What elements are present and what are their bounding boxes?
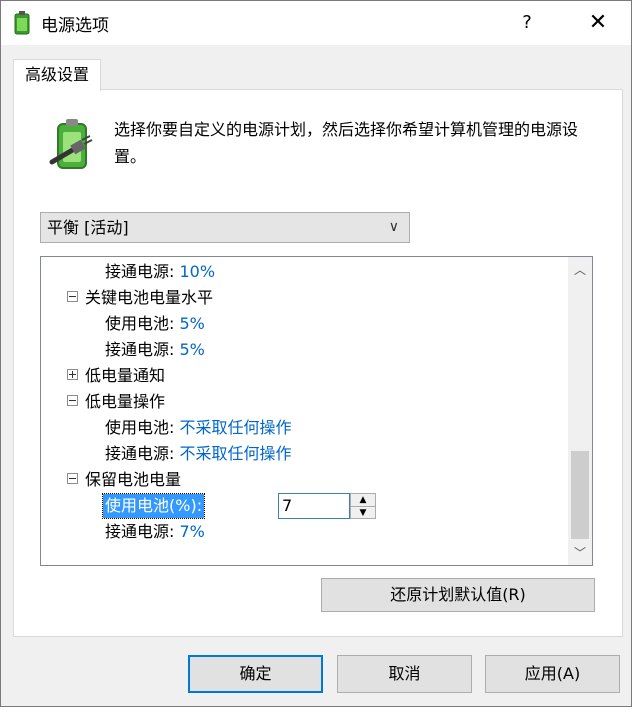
setting-group-label: 低电量操作 — [85, 392, 166, 411]
collapse-icon[interactable] — [67, 291, 78, 302]
setting-value[interactable]: 10% — [180, 262, 216, 281]
collapse-icon[interactable] — [67, 395, 78, 406]
tree-row-editing[interactable]: 使用电池(%): 7 ▲ ▼ — [101, 493, 403, 519]
setting-group-label: 关键电池电量水平 — [85, 288, 214, 307]
battery-plug-icon — [49, 119, 93, 169]
ok-button[interactable]: 确定 — [188, 655, 323, 693]
restore-defaults-button[interactable]: 还原计划默认值(R) — [321, 578, 595, 612]
setting-value[interactable]: 5% — [180, 340, 205, 359]
tree-row[interactable]: 接通电源: 7% — [105, 519, 205, 545]
spin-buttons[interactable]: ▲ ▼ — [350, 493, 376, 519]
tab-advanced-settings[interactable]: 高级设置 — [13, 59, 101, 91]
tree-row[interactable]: 低电量操作 — [67, 389, 165, 415]
cancel-button[interactable]: 取消 — [337, 655, 472, 693]
tree-row[interactable]: 关键电池电量水平 — [67, 285, 213, 311]
setting-group-label: 低电量通知 — [85, 366, 166, 385]
scroll-down-icon[interactable]: ﹀ — [568, 544, 592, 561]
tree-row[interactable]: 接通电源: 10% — [105, 259, 215, 285]
setting-value[interactable]: 不采取任何操作 — [180, 444, 292, 463]
tree-row[interactable]: 接通电源: 5% — [105, 337, 205, 363]
setting-value[interactable]: 不采取任何操作 — [180, 418, 292, 437]
tree-row[interactable]: 保留电池电量 — [67, 467, 181, 493]
power-plan-value: 平衡 [活动] — [47, 218, 129, 237]
description-text: 选择你要自定义的电源计划，然后选择你希望计算机管理的电源设置。 — [114, 120, 579, 166]
title-bar: 电源选项 ? ✕ — [1, 1, 631, 45]
expand-icon[interactable] — [67, 369, 78, 380]
setting-label: 接通电源: — [105, 262, 175, 281]
power-options-dialog: 电源选项 ? ✕ 高级设置 选择你要自定义的电源计划，然后选择你希望计算机管理的… — [0, 0, 632, 707]
scrollbar-thumb[interactable] — [571, 451, 589, 539]
collapse-icon[interactable] — [67, 473, 78, 484]
chevron-down-icon: ∨ — [388, 219, 399, 235]
tree-row[interactable]: 低电量通知 — [67, 363, 165, 389]
setting-label: 接通电源: — [105, 522, 175, 541]
setting-group-label: 保留电池电量 — [85, 470, 182, 489]
power-plan-select[interactable]: 平衡 [活动] ∨ — [40, 212, 410, 243]
spin-down-icon[interactable]: ▼ — [351, 507, 375, 519]
power-battery-icon — [14, 11, 30, 35]
vertical-scrollbar[interactable]: ︿ ﹀ — [568, 257, 592, 565]
spin-up-icon[interactable]: ▲ — [351, 494, 375, 507]
setting-label: 使用电池: — [105, 314, 175, 333]
setting-label: 接通电源: — [105, 340, 175, 359]
power-settings-tree[interactable]: 接通电源: 10% 关键电池电量水平 使用电池: 5% 接通电源: 5% 低电量… — [40, 256, 593, 566]
window-title: 电源选项 — [41, 16, 109, 36]
tree-row[interactable]: 接通电源: 不采取任何操作 — [105, 441, 292, 467]
battery-reserve-input[interactable]: 7 — [278, 493, 350, 519]
setting-label: 使用电池: — [105, 418, 175, 437]
tree-row[interactable]: 使用电池: 5% — [105, 311, 205, 337]
close-button[interactable]: ✕ — [575, 1, 621, 45]
apply-button[interactable]: 应用(A) — [485, 655, 620, 693]
setting-value[interactable]: 7% — [180, 522, 205, 541]
scroll-up-icon[interactable]: ︿ — [568, 261, 592, 278]
setting-value[interactable]: 5% — [180, 314, 205, 333]
setting-label: 接通电源: — [105, 444, 175, 463]
help-button[interactable]: ? — [505, 1, 549, 45]
setting-label-selected: 使用电池(%): — [101, 493, 206, 519]
advanced-settings-panel: 选择你要自定义的电源计划，然后选择你希望计算机管理的电源设置。 平衡 [活动] … — [13, 89, 623, 637]
tree-row[interactable]: 使用电池: 不采取任何操作 — [105, 415, 292, 441]
